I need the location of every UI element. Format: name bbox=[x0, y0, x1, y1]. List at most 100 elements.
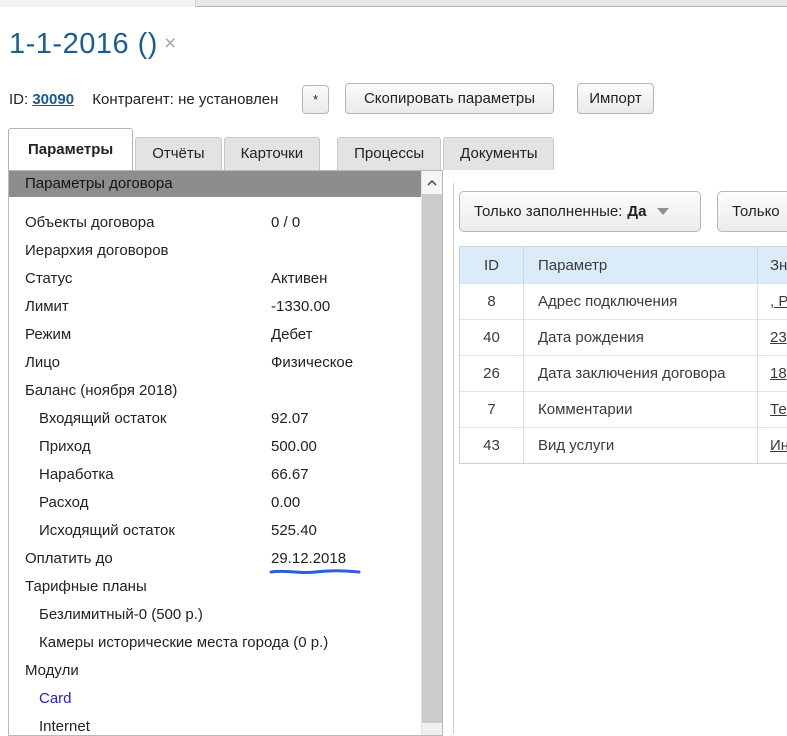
contract-id-link[interactable]: 30090 bbox=[32, 91, 74, 108]
filter-second-dropdown[interactable]: Только bbox=[717, 191, 787, 232]
param-label: Камеры исторические места города (0 р.) bbox=[39, 629, 328, 657]
param-row: Исходящий остаток 525.40 bbox=[9, 517, 442, 545]
table-header-row: ID Параметр Зн bbox=[460, 247, 787, 283]
param-value: 0.00 bbox=[271, 489, 300, 517]
value-link[interactable]: 18 bbox=[770, 365, 787, 382]
param-label: Объекты договора bbox=[25, 209, 154, 237]
table-body: 8 Адрес подключения , Р 40 Дата рождения… bbox=[460, 283, 787, 463]
value-link[interactable]: , Р bbox=[770, 293, 787, 310]
param-row: Расход 0.00 bbox=[9, 489, 442, 517]
row-value: Ин bbox=[757, 428, 787, 463]
param-row: Входящий остаток 92.07 bbox=[9, 405, 442, 433]
close-icon[interactable]: × bbox=[164, 32, 177, 56]
param-label: Режим bbox=[25, 321, 71, 349]
chevron-up-icon bbox=[427, 180, 437, 186]
param-value: Активен bbox=[271, 265, 327, 293]
param-label: Исходящий остаток bbox=[39, 517, 175, 545]
table-row[interactable]: 43 Вид услуги Ин bbox=[460, 427, 787, 463]
params-table: ID Параметр Зн 8 Адрес подключения , Р 4… bbox=[459, 246, 787, 464]
scroll-up-button[interactable] bbox=[422, 171, 442, 194]
import-button[interactable]: Импорт bbox=[577, 83, 654, 114]
scrollbar-thumb[interactable] bbox=[422, 194, 442, 723]
left-panel-scrollbar[interactable] bbox=[421, 171, 442, 735]
column-header-value: Зн bbox=[757, 247, 787, 283]
panel-divider[interactable] bbox=[453, 183, 454, 734]
param-label: Баланс (ноября 2018) bbox=[25, 377, 177, 405]
param-row: Тарифные планы bbox=[9, 573, 442, 601]
param-label: Card bbox=[39, 685, 72, 713]
param-row: Лимит -1330.00 bbox=[9, 293, 442, 321]
row-value: 18 bbox=[757, 356, 787, 391]
param-value: Дебет bbox=[271, 321, 312, 349]
param-row[interactable]: Card bbox=[9, 685, 442, 713]
tab-4[interactable]: Процессы bbox=[337, 137, 441, 170]
param-label: Модули bbox=[25, 657, 79, 685]
id-label: ID: bbox=[9, 91, 28, 108]
column-header-id: ID bbox=[460, 257, 523, 274]
param-row: Наработка 66.67 bbox=[9, 461, 442, 489]
param-row: Иерархия договоров bbox=[9, 237, 442, 265]
param-row: Модули bbox=[9, 657, 442, 685]
filter-filled-value: Да bbox=[627, 203, 646, 220]
tab-5[interactable]: Документы bbox=[443, 137, 554, 170]
param-label: Лимит bbox=[25, 293, 69, 321]
filter-filled-label: Только заполненные: bbox=[474, 203, 622, 220]
panel-header: Параметры договора bbox=[9, 171, 422, 197]
param-label: Наработка bbox=[39, 461, 114, 489]
param-value: 92.07 bbox=[271, 405, 309, 433]
param-label: Расход bbox=[39, 489, 88, 517]
param-label: Internet bbox=[39, 713, 90, 736]
scroll-down-button[interactable] bbox=[422, 723, 442, 735]
row-param: Вид услуги bbox=[523, 428, 757, 463]
param-row: Режим Дебет bbox=[9, 321, 442, 349]
value-link[interactable]: Ин bbox=[770, 437, 787, 454]
table-row[interactable]: 8 Адрес подключения , Р bbox=[460, 283, 787, 319]
row-value: 23 bbox=[757, 320, 787, 355]
counterparty-star-button[interactable]: * bbox=[302, 85, 329, 114]
value-link[interactable]: Те bbox=[770, 401, 787, 418]
param-value: 66.67 bbox=[271, 461, 309, 489]
param-row: Статус Активен bbox=[9, 265, 442, 293]
row-value: Те bbox=[757, 392, 787, 427]
row-id: 26 bbox=[460, 365, 523, 382]
param-label: Лицо bbox=[25, 349, 60, 377]
browser-chrome-strip bbox=[0, 0, 787, 7]
tab-3[interactable]: Карточки bbox=[224, 137, 321, 170]
copy-params-button[interactable]: Скопировать параметры bbox=[345, 83, 554, 114]
param-value: -1330.00 bbox=[271, 293, 330, 321]
param-label: Статус bbox=[25, 265, 72, 293]
contract-params-panel: Параметры договора Объекты договора 0 / … bbox=[8, 170, 443, 736]
tab-bar: ПараметрыОтчётыКарточки ПроцессыДокументы bbox=[8, 128, 556, 170]
param-label: Приход bbox=[39, 433, 91, 461]
param-row: Лицо Физическое bbox=[9, 349, 442, 377]
row-value: , Р bbox=[757, 284, 787, 319]
table-row[interactable]: 26 Дата заключения договора 18 bbox=[460, 355, 787, 391]
value-link[interactable]: 23 bbox=[770, 329, 787, 346]
param-value: 500.00 bbox=[271, 433, 317, 461]
table-row[interactable]: 40 Дата рождения 23 bbox=[460, 319, 787, 355]
param-label: Тарифные планы bbox=[25, 573, 147, 601]
contract-title: 1-1-2016 () bbox=[9, 28, 158, 60]
param-label: Входящий остаток bbox=[39, 405, 167, 433]
param-row: Объекты договора 0 / 0 bbox=[9, 209, 442, 237]
param-row: Оплатить до 29.12.2018 bbox=[9, 545, 442, 573]
browser-tab[interactable] bbox=[0, 0, 196, 7]
row-id: 43 bbox=[460, 437, 523, 454]
filter-filled-dropdown[interactable]: Только заполненные: Да bbox=[459, 191, 701, 232]
param-label: Иерархия договоров bbox=[25, 237, 169, 265]
param-row: Камеры исторические места города (0 р.) bbox=[9, 629, 442, 657]
table-row[interactable]: 7 Комментарии Те bbox=[460, 391, 787, 427]
column-header-param: Параметр bbox=[523, 247, 757, 283]
param-value: Физическое bbox=[271, 349, 353, 377]
contract-id-row: ID: 30090 Контрагент: не установлен bbox=[9, 91, 278, 108]
row-param: Адрес подключения bbox=[523, 284, 757, 319]
param-row: Баланс (ноября 2018) bbox=[9, 377, 442, 405]
row-param: Дата заключения договора bbox=[523, 356, 757, 391]
tab-1[interactable]: Параметры bbox=[8, 128, 133, 170]
param-rows: Объекты договора 0 / 0 Иерархия договоро… bbox=[9, 197, 442, 736]
param-row: Безлимитный-0 (500 р.) bbox=[9, 601, 442, 629]
row-param: Комментарии bbox=[523, 392, 757, 427]
tab-2[interactable]: Отчёты bbox=[135, 137, 221, 170]
param-value: 0 / 0 bbox=[271, 209, 300, 237]
chevron-down-icon bbox=[657, 208, 669, 215]
